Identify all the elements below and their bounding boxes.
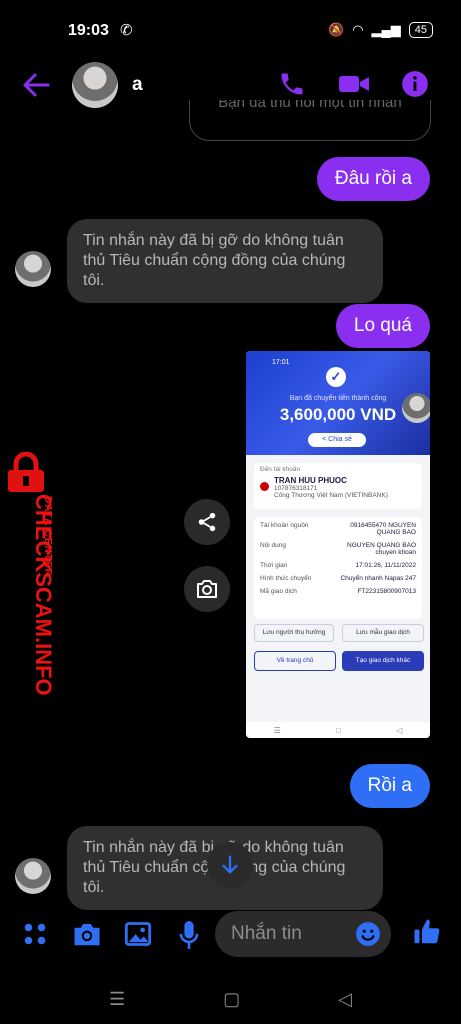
transaction-details: Tài khoản nguồn 0916455470 NGUYEN QUANG B… [254,517,422,619]
microphone-icon [179,921,199,949]
detail-label: Tài khoản nguồn [260,522,309,529]
recipient-label: Đến tài khoản [260,466,301,473]
message-composer: Nhắn tin [0,905,461,965]
recents-button[interactable]: ☰ [109,989,125,1010]
thumbs-up-icon [414,919,440,944]
detail-label: Hình thức chuyển [260,575,312,582]
status-icons: 🔕 ◠ ▂▄▆ 45 [328,22,433,38]
contact-avatar[interactable] [72,62,118,108]
menu-icon: ☰ [273,725,281,735]
detail-row: Tài khoản nguồn 0916455470 NGUYEN QUANG B… [254,519,422,539]
bank-logo-icon [260,482,269,491]
new-transaction-button: Tạo giao dịch khác [342,651,424,671]
receipt-share-button: < Chia sẻ [308,433,366,447]
battery-icon: 45 [408,22,433,38]
outgoing-message[interactable]: Rồi a [349,764,430,808]
detail-value: 0916455470 NGUYEN QUANG BAO [350,522,416,536]
home-button: Về trang chủ [254,651,336,671]
voice-message-button[interactable] [178,920,200,955]
receipt-nav-bar: ☰ □ ◁ [246,722,430,738]
detail-row: Mã giao dịch FT22315800907013 [254,585,422,598]
share-button[interactable] [184,499,230,545]
receipt-share-label: Chia sẻ [328,436,352,443]
outgoing-message[interactable]: Đâu rồi a [316,157,430,201]
info-icon [402,71,428,97]
wifi-icon: ◠ [352,22,364,37]
unsent-message-text: Bạn đã thu hồi một tin nhắn [218,100,402,111]
detail-label: Nội dung [260,542,287,549]
sender-avatar[interactable] [15,251,51,287]
sender-avatar[interactable] [15,858,51,894]
message-input[interactable]: Nhắn tin [215,911,391,957]
outgoing-message[interactable]: Lo quá [335,304,430,348]
status-time: 19:03 [68,22,109,39]
smiley-icon [356,922,380,946]
home-button[interactable]: ▢ [223,989,240,1010]
back-button[interactable]: ◁ [338,989,352,1010]
save-photo-button[interactable] [184,566,230,612]
detail-label: Thời gian [260,562,288,569]
camera-button[interactable] [72,920,102,953]
like-button[interactable] [412,917,442,952]
receipt-banner: 17:01 ✓ Bạn đã chuyển tiền thành công 3,… [246,351,430,455]
recipient-bank: Công Thương Việt Nam (VIETINBANK) [274,492,388,499]
detail-value: 17:01:26, 11/11/2022 [355,562,416,569]
status-bar: 19:03 ✆ 🔕 ◠ ▂▄▆ 45 [0,0,461,60]
emoji-button[interactable] [355,921,381,952]
camera-icon [197,580,217,598]
recipient-account: 107876318171 [274,485,318,492]
arrow-down-icon [222,855,238,874]
detail-label: Mã giao dịch [260,588,297,595]
transfer-receipt-image[interactable]: 17:01 ✓ Bạn đã chuyển tiền thành công 3,… [246,351,430,738]
phone-icon [281,73,303,95]
share-icon [198,512,216,532]
chat-head-avatar [402,393,430,423]
save-template-button: Lưu mẫu giao dịch [342,624,424,642]
conversation-info-button[interactable] [401,70,429,103]
back-button[interactable] [22,72,50,103]
signal-icon: ▂▄▆ [371,22,401,37]
back-icon: ◁ [396,725,403,735]
detail-value: FT22315800907013 [357,588,416,595]
system-nav-bar: ☰ ▢ ◁ [0,975,461,1024]
home-icon: □ [336,725,341,735]
gallery-button[interactable] [124,921,152,952]
scroll-to-bottom-button[interactable] [207,842,253,888]
contact-name[interactable]: a [132,74,143,96]
check-icon: ✓ [326,367,346,387]
back-arrow-icon [23,73,50,97]
watermark-lock-icon [2,451,50,497]
message-input-placeholder: Nhắn tin [231,923,302,944]
phone-call-status-icon: ✆ [120,22,133,39]
mute-icon: 🔕 [328,22,345,37]
detail-row: Nội dung NGUYEN QUANG BAO chuyen khoan [254,539,422,559]
removed-message[interactable]: Tin nhắn này đã bị gỡ do không tuân thủ … [67,219,383,303]
voice-call-button[interactable] [278,70,306,103]
save-beneficiary-button: Lưu người thụ hưởng [254,624,334,642]
video-camera-icon [339,76,369,92]
recipient-name: TRAN HUU PHUOC [274,476,347,485]
camera-icon [74,924,100,946]
unsent-message-notice: Bạn đã thu hồi một tin nhắn [189,100,431,141]
detail-value: NGUYEN QUANG BAO chuyen khoan [347,542,416,556]
receipt-time: 17:01 [272,359,290,366]
detail-row: Hình thức chuyển Chuyển nhanh Napas 247 [254,572,422,585]
image-icon [124,922,152,946]
video-call-button[interactable] [338,70,370,103]
recipient-card: Đến tài khoản TRAN HUU PHUOC 10787631817… [254,463,422,509]
more-actions-button[interactable] [22,921,48,952]
detail-row: Thời gian 17:01:26, 11/11/2022 [254,559,422,572]
share-icon: < [322,436,327,443]
watermark-small-text: DATA CENTER [42,496,53,577]
grid-dots-icon [24,923,46,945]
detail-value: Chuyển nhanh Napas 247 [340,575,416,582]
